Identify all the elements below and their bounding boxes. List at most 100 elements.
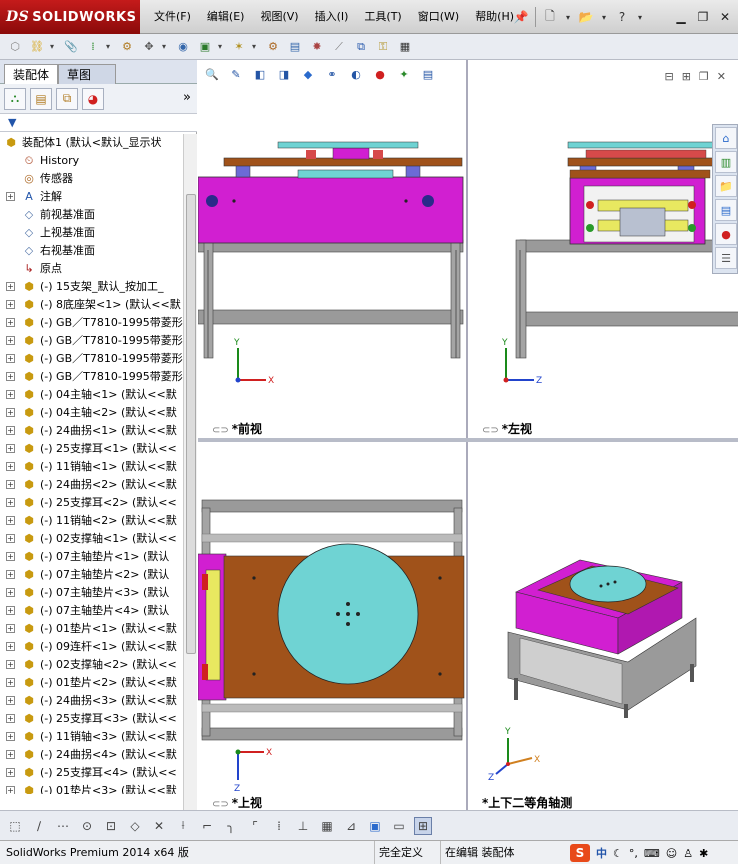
expand-toggle-icon[interactable]: + bbox=[6, 606, 15, 615]
four-view-icon[interactable]: ⊞ bbox=[414, 816, 432, 835]
clearance-verification-icon[interactable]: ⚿ bbox=[374, 38, 392, 56]
tree-item[interactable]: + A 注解 bbox=[0, 188, 183, 206]
filter-icon[interactable]: ▼ bbox=[8, 116, 16, 129]
tree-item[interactable]: + ⬢ (-) GB／T7810-1995带菱形 bbox=[0, 350, 183, 368]
tree-item[interactable]: + ⬢ (-) 11销轴<1> (默认<<默 bbox=[0, 458, 183, 476]
expand-toggle-icon[interactable]: + bbox=[6, 390, 15, 399]
expand-toggle-icon[interactable]: + bbox=[6, 624, 15, 633]
viewport-top[interactable]: X Z ⊂⊃ *上视 bbox=[198, 442, 466, 810]
link-views-icon[interactable]: ⊂⊃ bbox=[212, 425, 229, 436]
link-views-icon[interactable]: ⊂⊃ bbox=[482, 425, 499, 436]
expand-toggle-icon[interactable]: + bbox=[6, 318, 15, 327]
view-cube-icon[interactable]: ▣ bbox=[366, 817, 384, 835]
tools-icon[interactable]: ✱ bbox=[699, 847, 708, 860]
dropdown-arrow-icon[interactable]: ▾ bbox=[106, 42, 114, 51]
menu-tools[interactable]: 工具(T) bbox=[356, 0, 409, 34]
expand-toggle-icon[interactable]: + bbox=[6, 336, 15, 345]
moon-icon[interactable]: ☾ bbox=[613, 847, 623, 860]
appearances-icon[interactable]: ● bbox=[715, 223, 737, 245]
tree-item[interactable]: + ⬢ (-) 25支撑耳<2> (默认<< bbox=[0, 494, 183, 512]
dropdown-arrow-icon[interactable]: ▾ bbox=[636, 8, 644, 26]
expand-toggle-icon[interactable]: + bbox=[6, 714, 15, 723]
dropdown-arrow-icon[interactable]: ▾ bbox=[252, 42, 260, 51]
tree-item[interactable]: + ⬢ (-) 24曲拐<1> (默认<<默 bbox=[0, 422, 183, 440]
user-icon[interactable]: ☺ bbox=[666, 847, 677, 860]
expand-toggle-icon[interactable]: + bbox=[6, 588, 15, 597]
ime-mode-label[interactable]: 中 bbox=[596, 845, 607, 861]
keyboard-icon[interactable]: ⌨ bbox=[644, 847, 660, 860]
shirt-icon[interactable]: ♙ bbox=[683, 847, 693, 860]
paperclip-icon[interactable]: 📎 bbox=[62, 38, 80, 56]
solidworks-resources-icon[interactable]: ⌂ bbox=[715, 127, 737, 149]
viewport-isometric[interactable]: Y X Z *上下二等角轴测 bbox=[468, 442, 738, 810]
tree-item[interactable]: ◇ 前视基准面 bbox=[0, 206, 183, 224]
offset-icon[interactable]: ⌐ bbox=[198, 817, 216, 835]
menu-file[interactable]: 文件(F) bbox=[146, 0, 199, 34]
sogou-ime-icon[interactable]: S bbox=[570, 844, 590, 862]
expand-toggle-icon[interactable]: + bbox=[6, 498, 15, 507]
new-motion-study-icon[interactable]: ⚙ bbox=[264, 38, 282, 56]
fillet-icon[interactable]: ╮ bbox=[222, 817, 240, 835]
link-views-icon[interactable]: ⊂⊃ bbox=[212, 799, 229, 810]
tree-item[interactable]: + ⬢ (-) 01垫片<3> (默认<<默 bbox=[0, 782, 183, 794]
expand-toggle-icon[interactable]: + bbox=[6, 354, 15, 363]
instant3d-icon[interactable]: ▦ bbox=[396, 38, 414, 56]
tree-item[interactable]: ◎ 传感器 bbox=[0, 170, 183, 188]
tree-item[interactable]: + ⬢ (-) 11销轴<3> (默认<<默 bbox=[0, 728, 183, 746]
single-view-icon[interactable]: ▭ bbox=[390, 817, 408, 835]
expand-toggle-icon[interactable]: + bbox=[6, 516, 15, 525]
viewport-left[interactable]: ⊟ ⊞ ❐ ✕ Y Z ⌂ ▥ 📁 ▤ ● ☰ ⊂⊃ *左视 bbox=[468, 60, 738, 438]
tree-item[interactable]: + ⬢ (-) 24曲拐<2> (默认<<默 bbox=[0, 476, 183, 494]
bill-of-materials-icon[interactable]: ▤ bbox=[286, 38, 304, 56]
add-relation-icon[interactable]: ⊿ bbox=[342, 817, 360, 835]
expand-toggle-icon[interactable]: + bbox=[6, 480, 15, 489]
dropdown-arrow-icon[interactable]: ▾ bbox=[50, 42, 58, 51]
expand-toggle-icon[interactable]: + bbox=[6, 192, 15, 201]
tree-item[interactable]: + ⬢ (-) 01垫片<1> (默认<<默 bbox=[0, 620, 183, 638]
pin-icon[interactable]: 📌 bbox=[512, 8, 530, 26]
tree-item[interactable]: + ⬢ (-) 15支架_默认_按加工_ bbox=[0, 278, 183, 296]
viewport-front[interactable]: 🔍 ✎ ◧ ◨ ◆ ⚭ ◐ ● ✦ ▤ Y X ⊂⊃ *前视 bbox=[198, 60, 466, 438]
tree-item[interactable]: + ⬢ (-) 25支撑耳<4> (默认<< bbox=[0, 764, 183, 782]
trim-icon[interactable]: ✕ bbox=[150, 817, 168, 835]
punctuation-icon[interactable]: °, bbox=[629, 847, 638, 860]
expand-toggle-icon[interactable]: + bbox=[6, 534, 15, 543]
grid-icon[interactable]: ▦ bbox=[318, 817, 336, 835]
expand-toggle-icon[interactable]: + bbox=[6, 282, 15, 291]
dropdown-arrow-icon[interactable]: ▾ bbox=[218, 42, 226, 51]
dropdown-arrow-icon[interactable]: ▾ bbox=[564, 8, 572, 26]
tree-item[interactable]: + ⬢ (-) 02支撑轴<2> (默认<< bbox=[0, 656, 183, 674]
tree-item[interactable]: + ⬢ (-) GB／T7810-1995带菱形 bbox=[0, 332, 183, 350]
tab-sketch[interactable]: 草图 bbox=[58, 64, 116, 84]
smart-fasteners-icon[interactable]: ⚙ bbox=[118, 38, 136, 56]
expand-toggle-icon[interactable]: + bbox=[6, 300, 15, 309]
more-chevron-icon[interactable]: » bbox=[183, 90, 191, 105]
tree-item[interactable]: ↳ 原点 bbox=[0, 260, 183, 278]
linear-pattern-icon[interactable]: ⁞ bbox=[84, 38, 102, 56]
restore-icon[interactable]: ❐ bbox=[696, 10, 710, 24]
view-palette-icon[interactable]: ▤ bbox=[715, 199, 737, 221]
tab-assembly[interactable]: 装配体 bbox=[4, 64, 59, 84]
open-folder-icon[interactable]: 📂 bbox=[577, 8, 595, 26]
expand-toggle-icon[interactable]: + bbox=[6, 408, 15, 417]
tree-item[interactable]: + ⬢ (-) 8底座架<1> (默认<<默 bbox=[0, 296, 183, 314]
circle-icon[interactable]: ⊙ bbox=[78, 817, 96, 835]
expand-toggle-icon[interactable]: + bbox=[6, 678, 15, 687]
expand-toggle-icon[interactable]: + bbox=[6, 444, 15, 453]
solidworks-logo[interactable]: DS SOLIDWORKS bbox=[0, 0, 140, 34]
polygon-icon[interactable]: ◇ bbox=[126, 817, 144, 835]
tree-scrollbar[interactable] bbox=[183, 134, 197, 810]
tree-item[interactable]: + ⬢ (-) 01垫片<2> (默认<<默 bbox=[0, 674, 183, 692]
menu-insert[interactable]: 插入(I) bbox=[307, 0, 357, 34]
show-hidden-icon[interactable]: ◉ bbox=[174, 38, 192, 56]
convert-entities-icon[interactable]: ⌜ bbox=[246, 817, 264, 835]
quick-snaps-icon[interactable]: ⊥ bbox=[294, 817, 312, 835]
dropdown-arrow-icon[interactable]: ▾ bbox=[600, 8, 608, 26]
expand-toggle-icon[interactable]: + bbox=[6, 732, 15, 741]
tree-item[interactable]: + ⬢ (-) 07主轴垫片<3> (默认 bbox=[0, 584, 183, 602]
expand-toggle-icon[interactable]: + bbox=[6, 426, 15, 435]
tree-item[interactable]: + ⬢ (-) GB／T7810-1995带菱形 bbox=[0, 314, 183, 332]
tree-item[interactable]: + ⬢ (-) 25支撑耳<3> (默认<< bbox=[0, 710, 183, 728]
tree-item[interactable]: ⏲ History bbox=[0, 152, 183, 170]
expand-toggle-icon[interactable]: + bbox=[6, 642, 15, 651]
